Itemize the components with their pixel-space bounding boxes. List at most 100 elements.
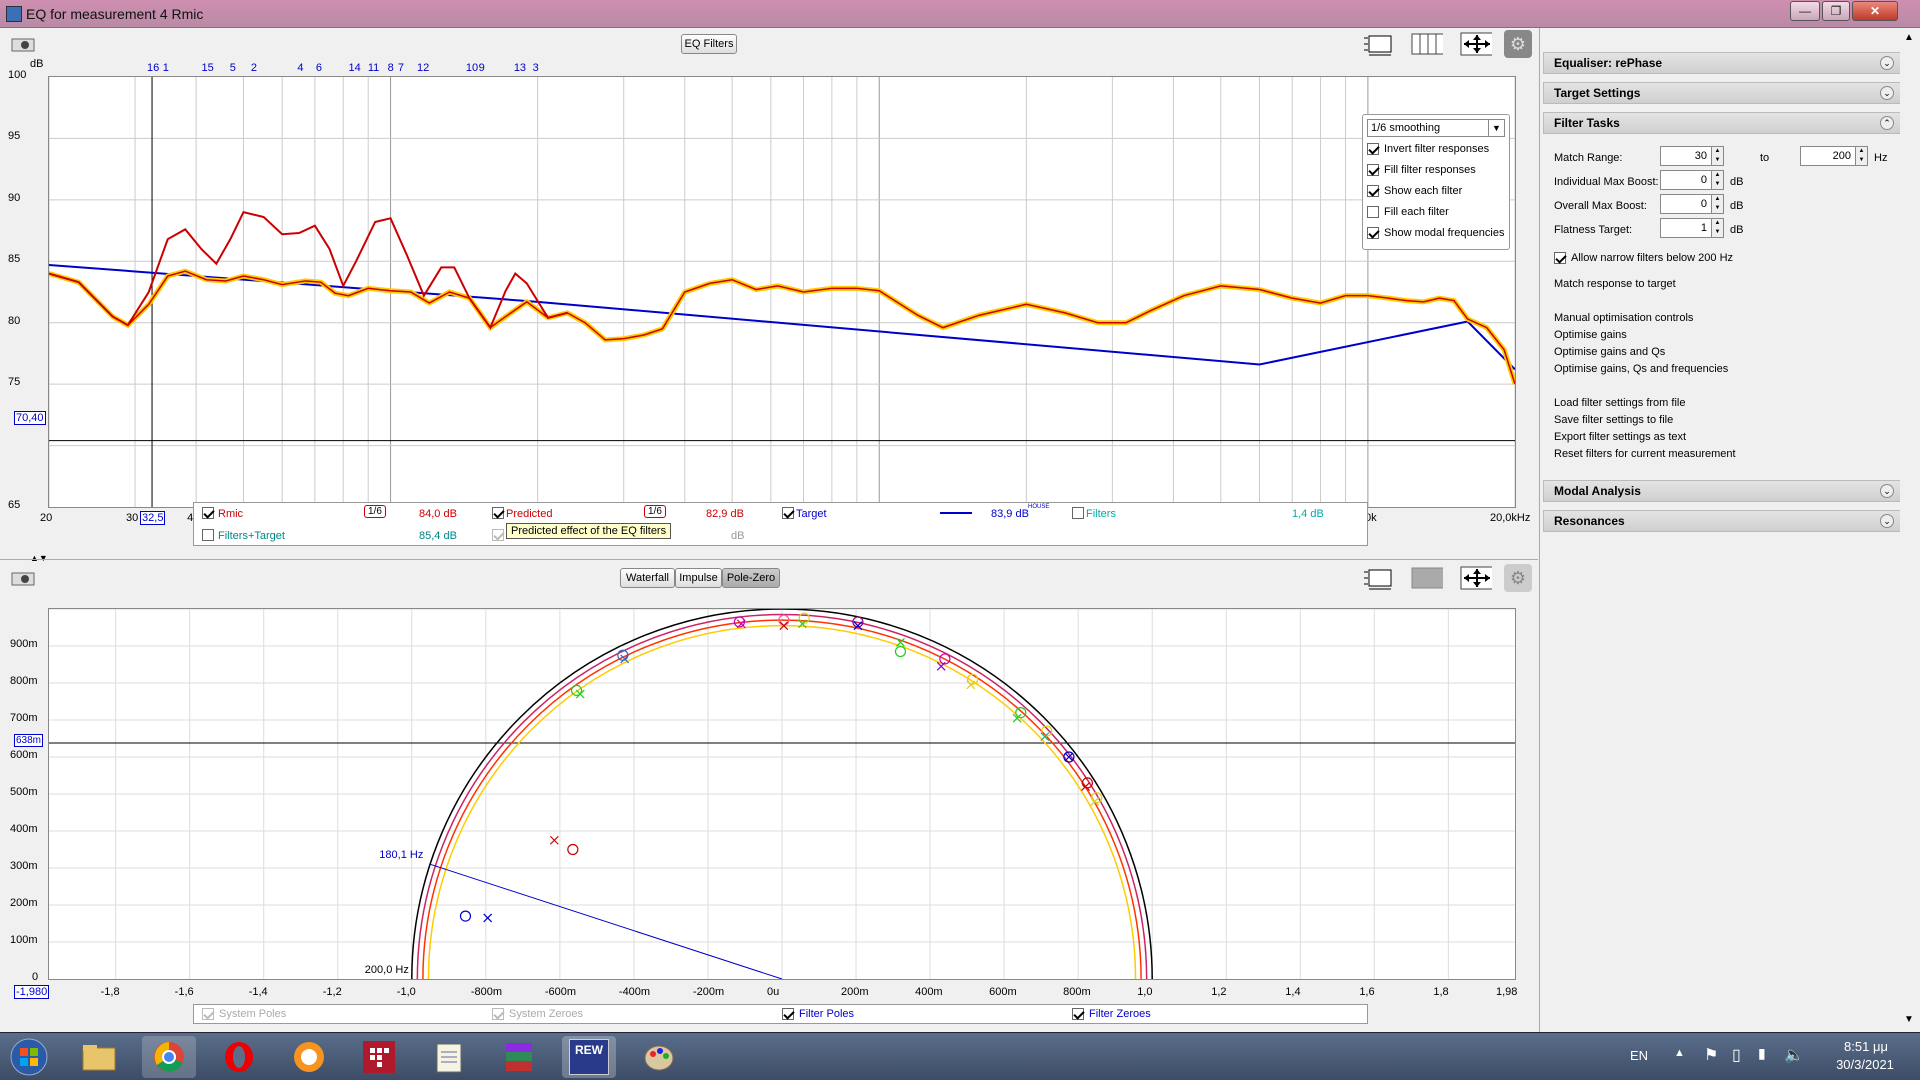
folder-icon[interactable]	[72, 1036, 126, 1078]
chevron-down-icon: ⌄	[1880, 56, 1894, 70]
manual-controls-button[interactable]: Manual optimisation controls	[1554, 312, 1693, 324]
filter-pole-marker[interactable]	[1090, 796, 1100, 806]
filter-pole-marker[interactable]	[575, 689, 585, 699]
grid-icon[interactable]	[1410, 31, 1444, 57]
match-range-label: Match Range:	[1554, 152, 1623, 164]
rew-icon[interactable]: REW	[562, 1036, 616, 1078]
filter-zero-marker[interactable]	[459, 910, 472, 922]
overall-boost-input[interactable]: 0	[1660, 194, 1712, 214]
smoothing-option-checkbox[interactable]: Invert filter responses	[1367, 143, 1489, 156]
eq-filters-button[interactable]: EQ Filters	[681, 34, 737, 54]
volume-icon[interactable]: 🔈	[1784, 1045, 1804, 1065]
optimise-gains-button[interactable]: Optimise gains	[1554, 329, 1627, 341]
grid-icon-2[interactable]	[1410, 565, 1444, 591]
flatness-input[interactable]: 1	[1660, 218, 1712, 238]
winrar-icon[interactable]	[492, 1036, 546, 1078]
x-tick-label: 30	[126, 512, 139, 524]
allow-narrow-checkbox[interactable]: Allow narrow filters below 200 Hz	[1554, 252, 1733, 265]
section-target-settings[interactable]: Target Settings ⌄	[1543, 82, 1901, 104]
spinner-icon[interactable]: ▲ ▼	[1712, 218, 1724, 238]
flag-icon[interactable]: ⚑	[1704, 1045, 1718, 1065]
spinner-icon[interactable]: ▲ ▼	[1712, 194, 1724, 214]
opera-icon[interactable]	[212, 1036, 266, 1078]
legend-value: 83,9 dB	[991, 508, 1029, 520]
camera-icon[interactable]	[8, 34, 38, 54]
gear-icon[interactable]: ⚙	[1504, 30, 1532, 58]
scroll-down-icon[interactable]: ▼	[1904, 1014, 1914, 1025]
load-filters-button[interactable]: Load filter settings from file	[1554, 397, 1685, 409]
tray-expand-icon[interactable]: ▲	[1674, 1047, 1685, 1059]
pz-legend-label: System Zeroes	[509, 1008, 583, 1020]
split-arrows-icon[interactable]: ▲▼	[30, 553, 48, 563]
camera-icon-2[interactable]	[8, 568, 38, 588]
match-response-button[interactable]: Match response to target	[1554, 278, 1676, 290]
legend-checkbox[interactable]	[202, 507, 219, 520]
legend-checkbox[interactable]	[202, 529, 219, 542]
tab-pole-zero[interactable]: Pole-Zero	[722, 568, 780, 588]
graph-limits-icon[interactable]	[1362, 31, 1396, 57]
chrome-icon[interactable]	[142, 1036, 196, 1078]
graph-limits-icon-2[interactable]	[1362, 565, 1396, 591]
splitter[interactable]	[0, 559, 1538, 560]
scroll-up-icon[interactable]: ▲	[1904, 32, 1914, 43]
start-button[interactable]	[4, 1036, 54, 1078]
checkbox-icon	[1072, 1008, 1084, 1021]
pz-legend-checkbox[interactable]: Filter Zeroes	[1072, 1008, 1151, 1021]
pz-x-tick-label: -800m	[470, 986, 503, 998]
spinner-icon[interactable]: ▲ ▼	[1856, 146, 1868, 166]
smoothing-badge[interactable]: 1/6	[644, 505, 666, 518]
clock-date[interactable]: 30/3/2021	[1830, 1057, 1900, 1072]
filter-pole-marker[interactable]	[483, 913, 493, 923]
language-indicator[interactable]: EN	[1630, 1048, 1648, 1063]
filter-zero-marker[interactable]	[1015, 706, 1027, 719]
reset-filters-button[interactable]: Reset filters for current measurement	[1554, 448, 1736, 460]
section-filter-tasks[interactable]: Filter Tasks ⌃	[1543, 112, 1901, 134]
pole-zero-plot[interactable]	[48, 608, 1516, 980]
filter-pole-marker[interactable]	[1081, 782, 1090, 792]
export-filters-button[interactable]: Export filter settings as text	[1554, 431, 1686, 443]
pz-legend-checkbox[interactable]: System Poles	[202, 1008, 286, 1021]
optimise-gains-qs-button[interactable]: Optimise gains and Qs	[1554, 346, 1665, 358]
spinner-icon[interactable]: ▲ ▼	[1712, 170, 1724, 190]
match-from-input[interactable]: 30	[1660, 146, 1712, 166]
tab-waterfall[interactable]: Waterfall	[620, 568, 675, 588]
spl-plot[interactable]	[48, 76, 1518, 508]
optimise-gains-qs-freq-button[interactable]: Optimise gains, Qs and frequencies	[1554, 363, 1728, 375]
spinner-icon[interactable]: ▲ ▼	[1712, 146, 1724, 166]
pz-legend-checkbox[interactable]: Filter Poles	[782, 1008, 854, 1021]
clock-time[interactable]: 8:51 μμ	[1836, 1039, 1896, 1054]
section-modal-analysis[interactable]: Modal Analysis ⌄	[1543, 480, 1901, 502]
smoothing-option-checkbox[interactable]: Show each filter	[1367, 185, 1462, 198]
close-button[interactable]: ✕	[1852, 1, 1898, 21]
pz-legend-checkbox[interactable]: System Zeroes	[492, 1008, 583, 1021]
notepad-icon[interactable]	[422, 1036, 476, 1078]
section-equaliser[interactable]: Equaliser: rePhase ⌄	[1543, 52, 1901, 74]
section-resonances-label: Resonances	[1554, 514, 1625, 528]
app-grid-icon[interactable]	[352, 1036, 406, 1078]
indiv-boost-input[interactable]: 0	[1660, 170, 1712, 190]
filter-pole-marker[interactable]	[549, 835, 559, 845]
checkbox-icon	[1072, 507, 1084, 520]
maximize-button[interactable]: ❐	[1822, 1, 1850, 21]
filter-pole-marker[interactable]	[966, 680, 976, 690]
match-to-input[interactable]: 200	[1800, 146, 1856, 166]
filter-zero-marker[interactable]	[567, 843, 579, 856]
save-filters-button[interactable]: Save filter settings to file	[1554, 414, 1673, 426]
paint-icon[interactable]	[632, 1036, 686, 1078]
minimize-button[interactable]: —	[1790, 1, 1820, 21]
device-icon[interactable]: ▯	[1732, 1045, 1741, 1065]
expand-arrows-icon[interactable]	[1459, 31, 1493, 57]
smoothing-dropdown[interactable]: 1/6 smoothing ▼	[1367, 119, 1505, 137]
smoothing-option-checkbox[interactable]: Fill each filter	[1367, 206, 1449, 219]
avast-icon[interactable]	[282, 1036, 336, 1078]
smoothing-badge[interactable]: 1/6	[364, 505, 386, 518]
section-resonances[interactable]: Resonances ⌄	[1543, 510, 1901, 532]
expand-arrows-icon-2[interactable]	[1459, 565, 1493, 591]
smoothing-option-checkbox[interactable]: Fill filter responses	[1367, 164, 1476, 177]
gear-icon-2[interactable]: ⚙	[1504, 564, 1532, 592]
filter-zero-marker[interactable]	[894, 645, 907, 658]
smoothing-option-checkbox[interactable]: Show modal frequencies	[1367, 227, 1504, 240]
tab-impulse[interactable]: Impulse	[675, 568, 722, 588]
network-icon[interactable]: ▮	[1758, 1045, 1766, 1062]
side-scrollbar[interactable]: ▲ ▼	[1900, 28, 1920, 1032]
